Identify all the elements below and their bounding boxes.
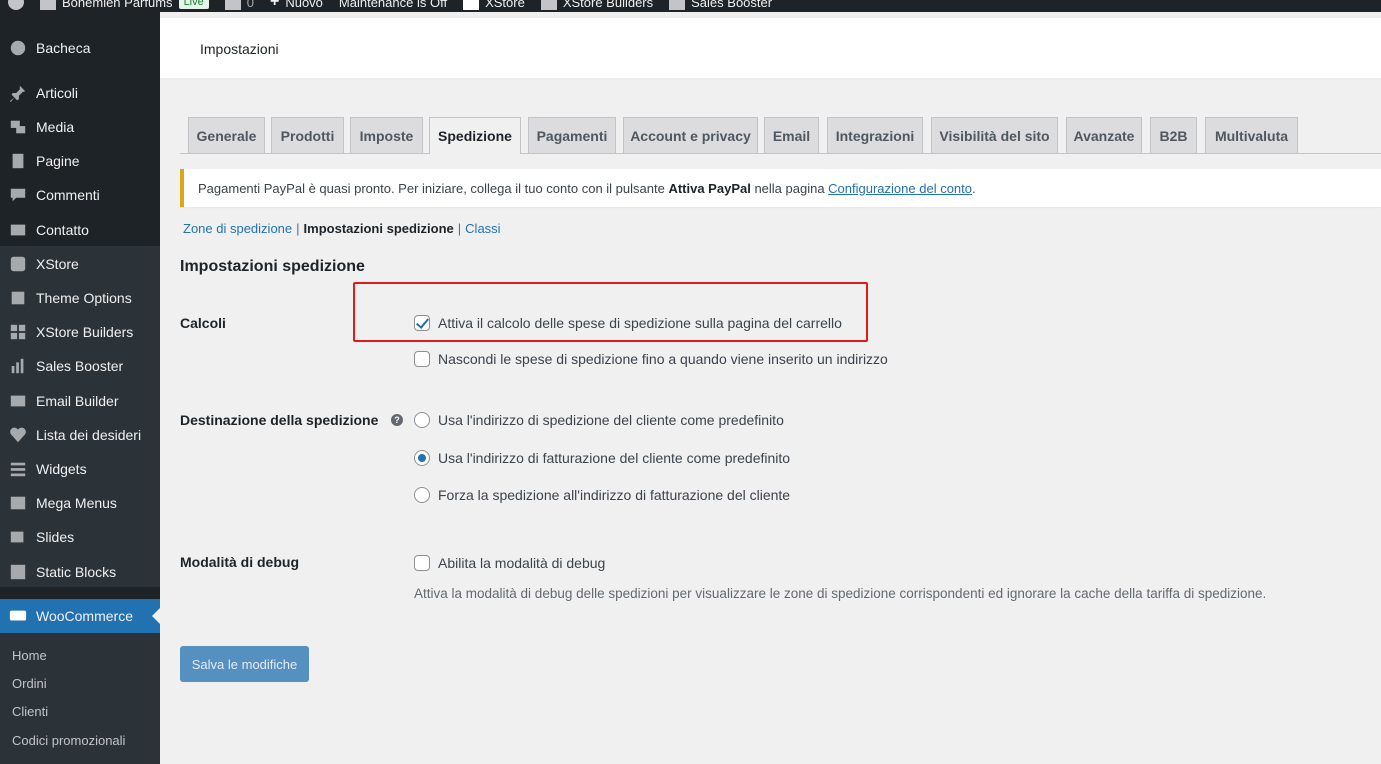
calcoli-label: Calcoli — [180, 315, 226, 331]
section-title: Impostazioni spedizione — [180, 258, 365, 275]
tab-prodotti[interactable]: Prodotti — [271, 117, 344, 153]
tab-generale[interactable]: Generale — [188, 117, 265, 153]
save-button[interactable]: Salva le modifiche — [180, 646, 309, 682]
heart-icon — [8, 425, 28, 445]
sidebar-item-wishlist[interactable]: Lista dei desideri — [0, 418, 160, 452]
slides-icon — [8, 527, 28, 547]
widgets-icon — [8, 459, 28, 479]
live-badge: Live — [178, 0, 209, 9]
force-billing-option[interactable]: Forza la spedizione all'indirizzo di fat… — [414, 487, 790, 503]
destinazione-label: Destinazione della spedizione — [180, 412, 379, 428]
pin-icon — [8, 83, 28, 103]
page-header: Impostazioni — [160, 18, 1381, 78]
sidebar-item-slides[interactable]: Slides — [0, 520, 160, 554]
debug-mode-checkbox[interactable] — [414, 555, 430, 571]
sidebar-item-email-builder[interactable]: Email Builder — [0, 384, 160, 418]
tab-multivaluta[interactable]: Multivaluta — [1205, 117, 1298, 153]
sidebar-item-commenti[interactable]: Commenti — [0, 178, 160, 212]
tab-imposte[interactable]: Imposte — [350, 117, 423, 153]
sales-booster-link[interactable]: Sales Booster — [669, 0, 772, 10]
sidebar-item-static-blocks[interactable]: Static Blocks — [0, 555, 160, 589]
subnav-settings[interactable]: Impostazioni spedizione — [304, 221, 454, 236]
tab-spedizione[interactable]: Spedizione — [429, 117, 521, 154]
sidebar-item-articoli[interactable]: Articoli — [0, 76, 160, 110]
chart-icon — [669, 0, 686, 10]
submenu-item-codici-promozionali[interactable]: Codici promozionali — [12, 733, 125, 748]
xstore-icon — [463, 0, 480, 10]
settings-tabs: Generale Prodotti Imposte Spedizione Pag… — [180, 117, 1381, 154]
home-icon — [40, 0, 56, 10]
mail-icon — [8, 220, 28, 240]
sidebar-item-contatto[interactable]: Contatto — [0, 213, 160, 247]
debug-label: Modalità di debug — [180, 554, 299, 570]
page-title: Impostazioni — [200, 41, 279, 57]
comment-bubble-icon — [224, 0, 241, 10]
ship-to-billing-default-option[interactable]: Usa l'indirizzo di fatturazione del clie… — [414, 450, 790, 466]
sidebar-item-woocommerce-inner: WooCommerce — [0, 599, 160, 633]
theme-options-icon — [8, 288, 28, 308]
sidebar-item-xstore-builders[interactable]: XStore Builders — [0, 315, 160, 349]
woo-icon — [8, 606, 28, 626]
pages-icon — [8, 151, 28, 171]
xstore-link[interactable]: XStore — [463, 0, 525, 10]
xstore-icon — [8, 254, 28, 274]
plus-icon: + — [269, 0, 280, 10]
highlight-box — [353, 282, 868, 342]
sidebar-item-xstore[interactable]: XStore — [0, 247, 160, 281]
tab-visibilita[interactable]: Visibilità del sito — [931, 117, 1058, 153]
shipping-subnav: Zone di spedizione | Impostazioni spediz… — [183, 221, 501, 236]
blocks-icon — [8, 562, 28, 582]
submenu-item-clienti[interactable]: Clienti — [12, 704, 48, 719]
sidebar-item-woocommerce[interactable]: WooCommerce — [0, 599, 160, 633]
site-name-link[interactable]: Bohemien Parfums Live — [40, 0, 209, 10]
subnav-zones[interactable]: Zone di spedizione — [183, 221, 292, 236]
comments-link[interactable]: 0 — [224, 0, 254, 10]
dashboard-icon — [8, 38, 28, 58]
admin-sidebar: Bacheca Articoli Media Pagine Commenti C… — [0, 12, 160, 764]
mail-icon — [8, 391, 28, 411]
tab-avanzate[interactable]: Avanzate — [1066, 117, 1142, 153]
tab-account-privacy[interactable]: Account e privacy — [623, 117, 758, 153]
submenu-item-ordini[interactable]: Ordini — [12, 676, 47, 691]
debug-description: Attiva la modalità di debug delle spediz… — [414, 586, 1267, 601]
sidebar-item-media[interactable]: Media — [0, 110, 160, 144]
media-icon — [8, 117, 28, 137]
tab-integrazioni[interactable]: Integrazioni — [827, 117, 923, 153]
help-icon[interactable]: ? — [391, 414, 403, 426]
tab-pagamenti[interactable]: Pagamenti — [528, 117, 616, 153]
account-config-link[interactable]: Configurazione del conto — [828, 181, 972, 196]
ship-to-shipping-address-radio[interactable] — [414, 412, 430, 428]
force-billing-radio[interactable] — [414, 487, 430, 503]
tab-email[interactable]: Email — [764, 117, 819, 153]
hide-costs-option[interactable]: Nascondi le spese di spedizione fino a q… — [414, 351, 888, 367]
menu-icon — [8, 493, 28, 513]
ship-to-shipping-address-option[interactable]: Usa l'indirizzo di spedizione del client… — [414, 412, 784, 428]
subnav-classes[interactable]: Classi — [465, 221, 500, 236]
xstore-builders-link[interactable]: XStore Builders — [540, 0, 653, 10]
paypal-notice: Pagamenti PayPal è quasi pronto. Per ini… — [180, 169, 1381, 207]
new-content-link[interactable]: + Nuovo — [270, 0, 323, 11]
comments-icon — [8, 185, 28, 205]
sidebar-item-widgets[interactable]: Widgets — [0, 452, 160, 486]
submenu-item-home[interactable]: Home — [12, 648, 47, 663]
wordpress-logo-icon[interactable] — [8, 0, 24, 10]
sidebar-item-pagine[interactable]: Pagine — [0, 144, 160, 178]
maintenance-link[interactable]: Maintenance is Off — [339, 0, 447, 10]
chart-icon — [8, 356, 28, 376]
builders-icon — [8, 322, 28, 342]
builders-icon — [540, 0, 557, 10]
sidebar-item-theme-options[interactable]: Theme Options — [0, 281, 160, 315]
current-menu-arrow — [152, 608, 160, 624]
sidebar-item-bacheca[interactable]: Bacheca — [0, 31, 160, 65]
ship-to-billing-default-radio[interactable] — [414, 450, 430, 466]
debug-mode-option[interactable]: Abilita la modalità di debug — [414, 555, 605, 571]
sidebar-item-mega-menus[interactable]: Mega Menus — [0, 486, 160, 520]
admin-bar: Bohemien Parfums Live 0 + Nuovo Maintena… — [0, 0, 1381, 12]
sidebar-item-sales-booster[interactable]: Sales Booster — [0, 349, 160, 383]
hide-costs-checkbox[interactable] — [414, 351, 430, 367]
tab-b2b[interactable]: B2B — [1150, 117, 1197, 153]
